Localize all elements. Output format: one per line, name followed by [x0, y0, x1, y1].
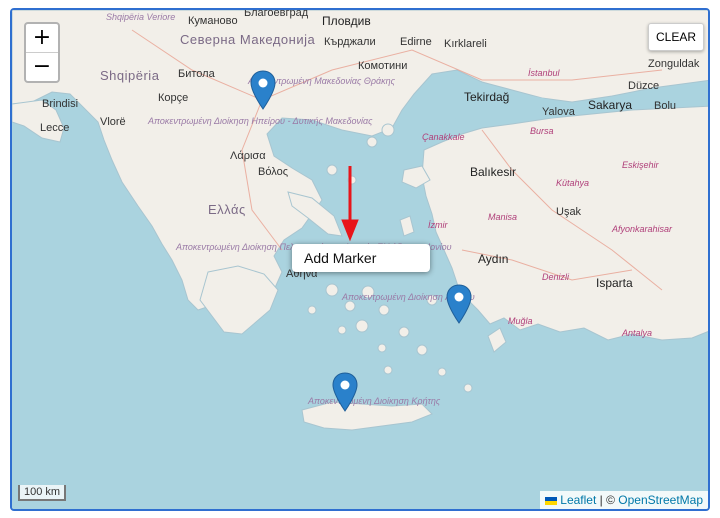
- city-label-isparta: Isparta: [596, 276, 633, 290]
- context-menu-add-marker[interactable]: Add Marker: [292, 244, 430, 272]
- scale-bar: 100 km: [18, 485, 67, 501]
- city-label-kardzhali: Кърджали: [324, 36, 376, 48]
- map-marker-pin-icon[interactable]: [332, 372, 358, 412]
- city-label-antalya: Antalya: [622, 328, 653, 338]
- city-label-vlore: Vlorë: [100, 116, 126, 128]
- city-label-kirklareli: Kırklareli: [444, 38, 487, 50]
- city-label-usak: Uşak: [556, 206, 582, 218]
- city-label-lecce: Lecce: [40, 122, 70, 134]
- admin-label-shqiperia-veriore: Shqipëria Veriore: [106, 12, 176, 22]
- city-label-larisa: Λάρισα: [230, 150, 266, 162]
- city-label-manisa: Manisa: [488, 212, 518, 222]
- map-marker-pin-icon[interactable]: [446, 284, 472, 324]
- city-label-tekirdag: Tekirdağ: [464, 90, 510, 104]
- admin-label-crete: Αποκεντρωμένη Διοίκηση Κρήτης: [308, 396, 441, 406]
- city-label-istanbul: İstanbul: [528, 68, 560, 78]
- city-label-yalova: Yalova: [542, 106, 575, 118]
- city-label-komotini: Комотини: [358, 60, 408, 72]
- city-label-edirne: Edirne: [400, 36, 432, 48]
- map-marker-pin-icon[interactable]: [250, 70, 276, 110]
- city-label-kutahya: Kütahya: [556, 178, 590, 188]
- city-label-plovdiv: Пловдив: [322, 14, 371, 28]
- city-label-sakarya: Sakarya: [588, 98, 633, 112]
- city-label-bitola: Битола: [178, 68, 215, 80]
- zoom-control: + −: [24, 22, 60, 83]
- country-label-shqiperia: Shqipëria: [100, 68, 160, 83]
- city-label-bursa: Bursa: [530, 126, 554, 136]
- city-label-mugla: Muğla: [508, 316, 533, 326]
- city-label-korce: Корçе: [158, 92, 189, 104]
- ukraine-flag-icon: [545, 497, 558, 505]
- city-label-aydin: Aydın: [478, 252, 509, 266]
- city-label-zonguldak: Zonguldak: [648, 58, 700, 70]
- city-label-kumanovo: Кумановo: [188, 15, 238, 27]
- admin-label-aegean: Αποκεντρωμένη Διοίκηση Αιγαίου: [342, 292, 475, 302]
- city-label-duzce: Düzce: [628, 80, 660, 92]
- city-label-canakkale: Çanakkale: [422, 132, 465, 142]
- clear-button[interactable]: CLEAR: [648, 23, 705, 51]
- country-label-ellas: Ελλάς: [208, 202, 246, 217]
- openstreetmap-link[interactable]: OpenStreetMap: [618, 493, 703, 507]
- admin-label-epirus: Αποκεντρωμένη Διοίκηση Ηπείρου - Δυτικής…: [148, 116, 373, 126]
- zoom-out-button[interactable]: −: [26, 53, 58, 81]
- attribution-separator: | ©: [596, 493, 619, 507]
- city-label-eskisehir: Eskişehir: [622, 160, 659, 170]
- admin-label-peloponnese: Αποκεντρωμένη Διοίκηση Πελοποννήσου, Δυτ…: [176, 242, 452, 252]
- country-label-north-macedonia: Северна Македонија: [180, 32, 316, 47]
- city-label-brindisi: Brindisi: [42, 98, 79, 110]
- city-label-volos: Βόλος: [258, 166, 288, 178]
- map-container[interactable]: Shqipëria Veriore Кумановo Благоевград П…: [10, 8, 710, 511]
- city-label-izmir: İzmir: [428, 220, 448, 230]
- city-label-afyonkarahisar: Afyonkarahisar: [612, 224, 673, 234]
- city-label-balikesir: Balıkesir: [470, 165, 517, 179]
- zoom-in-button[interactable]: +: [26, 24, 58, 52]
- city-label-blagoevgrad: Благоевград: [244, 8, 309, 19]
- city-label-denizli: Denizli: [542, 272, 570, 282]
- leaflet-link[interactable]: Leaflet: [560, 493, 596, 507]
- city-label-bolu: Bolu: [654, 100, 677, 112]
- attribution: Leaflet | © OpenStreetMap: [540, 491, 708, 509]
